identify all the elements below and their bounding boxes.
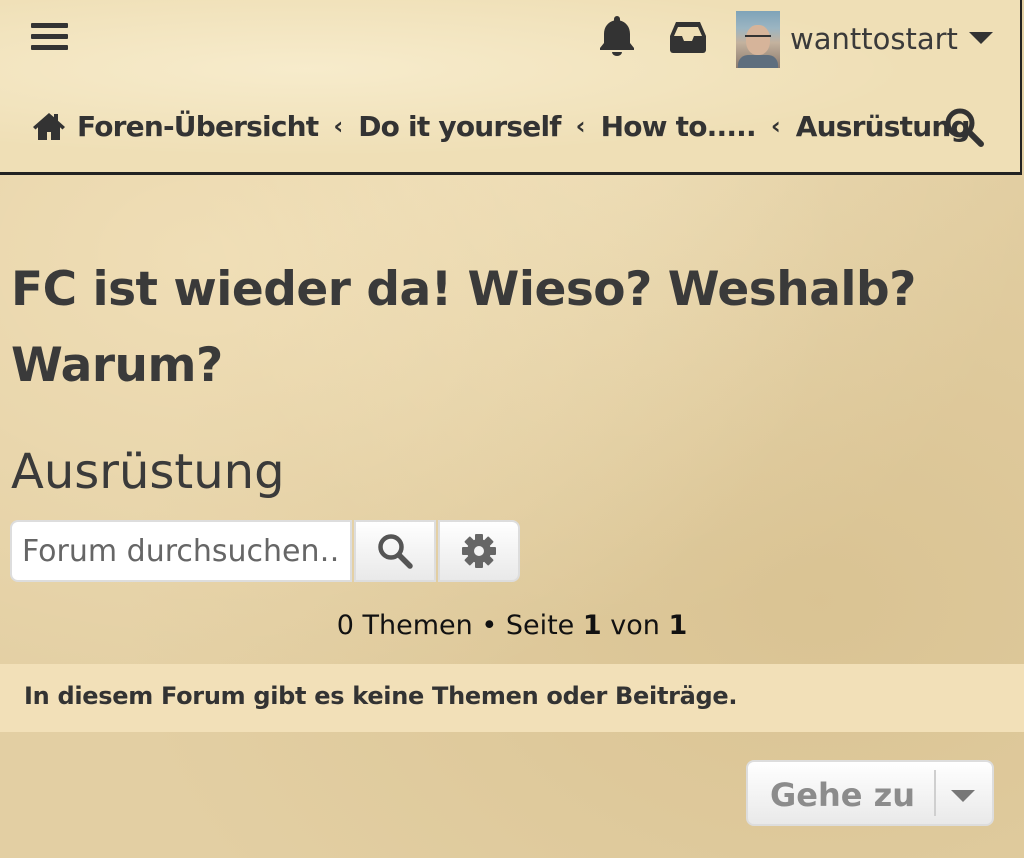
breadcrumb-separator: ‹ bbox=[770, 112, 781, 140]
breadcrumb-forum-index[interactable]: Foren-Übersicht bbox=[77, 110, 319, 143]
username-link[interactable]: wanttostart bbox=[790, 22, 958, 56]
jumpbox-dropdown[interactable]: Gehe zu bbox=[746, 760, 994, 826]
separator-bullet: • bbox=[472, 610, 506, 641]
breadcrumb-diy[interactable]: Do it yourself bbox=[358, 110, 561, 143]
breadcrumb-separator: ‹ bbox=[333, 112, 344, 140]
chevron-down-icon[interactable] bbox=[969, 32, 993, 44]
search-input[interactable] bbox=[10, 520, 352, 582]
total-pages: 1 bbox=[668, 610, 688, 641]
top-bar: wanttostart Foren-Übersicht ‹ Do it your… bbox=[0, 0, 1022, 175]
home-icon[interactable] bbox=[31, 110, 67, 142]
divider bbox=[934, 770, 936, 816]
hamburger-icon[interactable] bbox=[31, 23, 68, 51]
bell-icon[interactable] bbox=[597, 14, 637, 56]
breadcrumb-how-to[interactable]: How to..... bbox=[601, 110, 757, 143]
topic-title[interactable]: FC ist wieder da! Wieso? Weshalb? Warum? bbox=[11, 252, 1011, 404]
advanced-search-button[interactable] bbox=[438, 520, 520, 582]
search-icon bbox=[378, 534, 413, 569]
pagination-info: 0 Themen • Seite 1 von 1 bbox=[0, 608, 1024, 644]
of-label: von bbox=[610, 610, 660, 641]
jumpbox-label: Gehe zu bbox=[770, 776, 915, 814]
gear-icon bbox=[462, 534, 496, 568]
notice-text: In diesem Forum gibt es keine Themen ode… bbox=[24, 682, 738, 710]
chevron-down-icon bbox=[951, 790, 975, 802]
forum-search bbox=[10, 520, 520, 586]
empty-forum-notice: In diesem Forum gibt es keine Themen ode… bbox=[0, 664, 1024, 732]
page-label: Seite bbox=[505, 610, 575, 641]
topic-count: 0 Themen bbox=[336, 610, 473, 641]
forum-name[interactable]: Ausrüstung bbox=[11, 440, 285, 504]
search-icon[interactable] bbox=[943, 106, 985, 148]
current-page: 1 bbox=[582, 610, 602, 641]
search-button[interactable] bbox=[354, 520, 436, 582]
breadcrumb: Foren-Übersicht ‹ Do it yourself ‹ How t… bbox=[31, 106, 971, 146]
breadcrumb-separator: ‹ bbox=[575, 112, 586, 140]
inbox-icon[interactable] bbox=[668, 20, 708, 54]
avatar[interactable] bbox=[736, 11, 780, 68]
